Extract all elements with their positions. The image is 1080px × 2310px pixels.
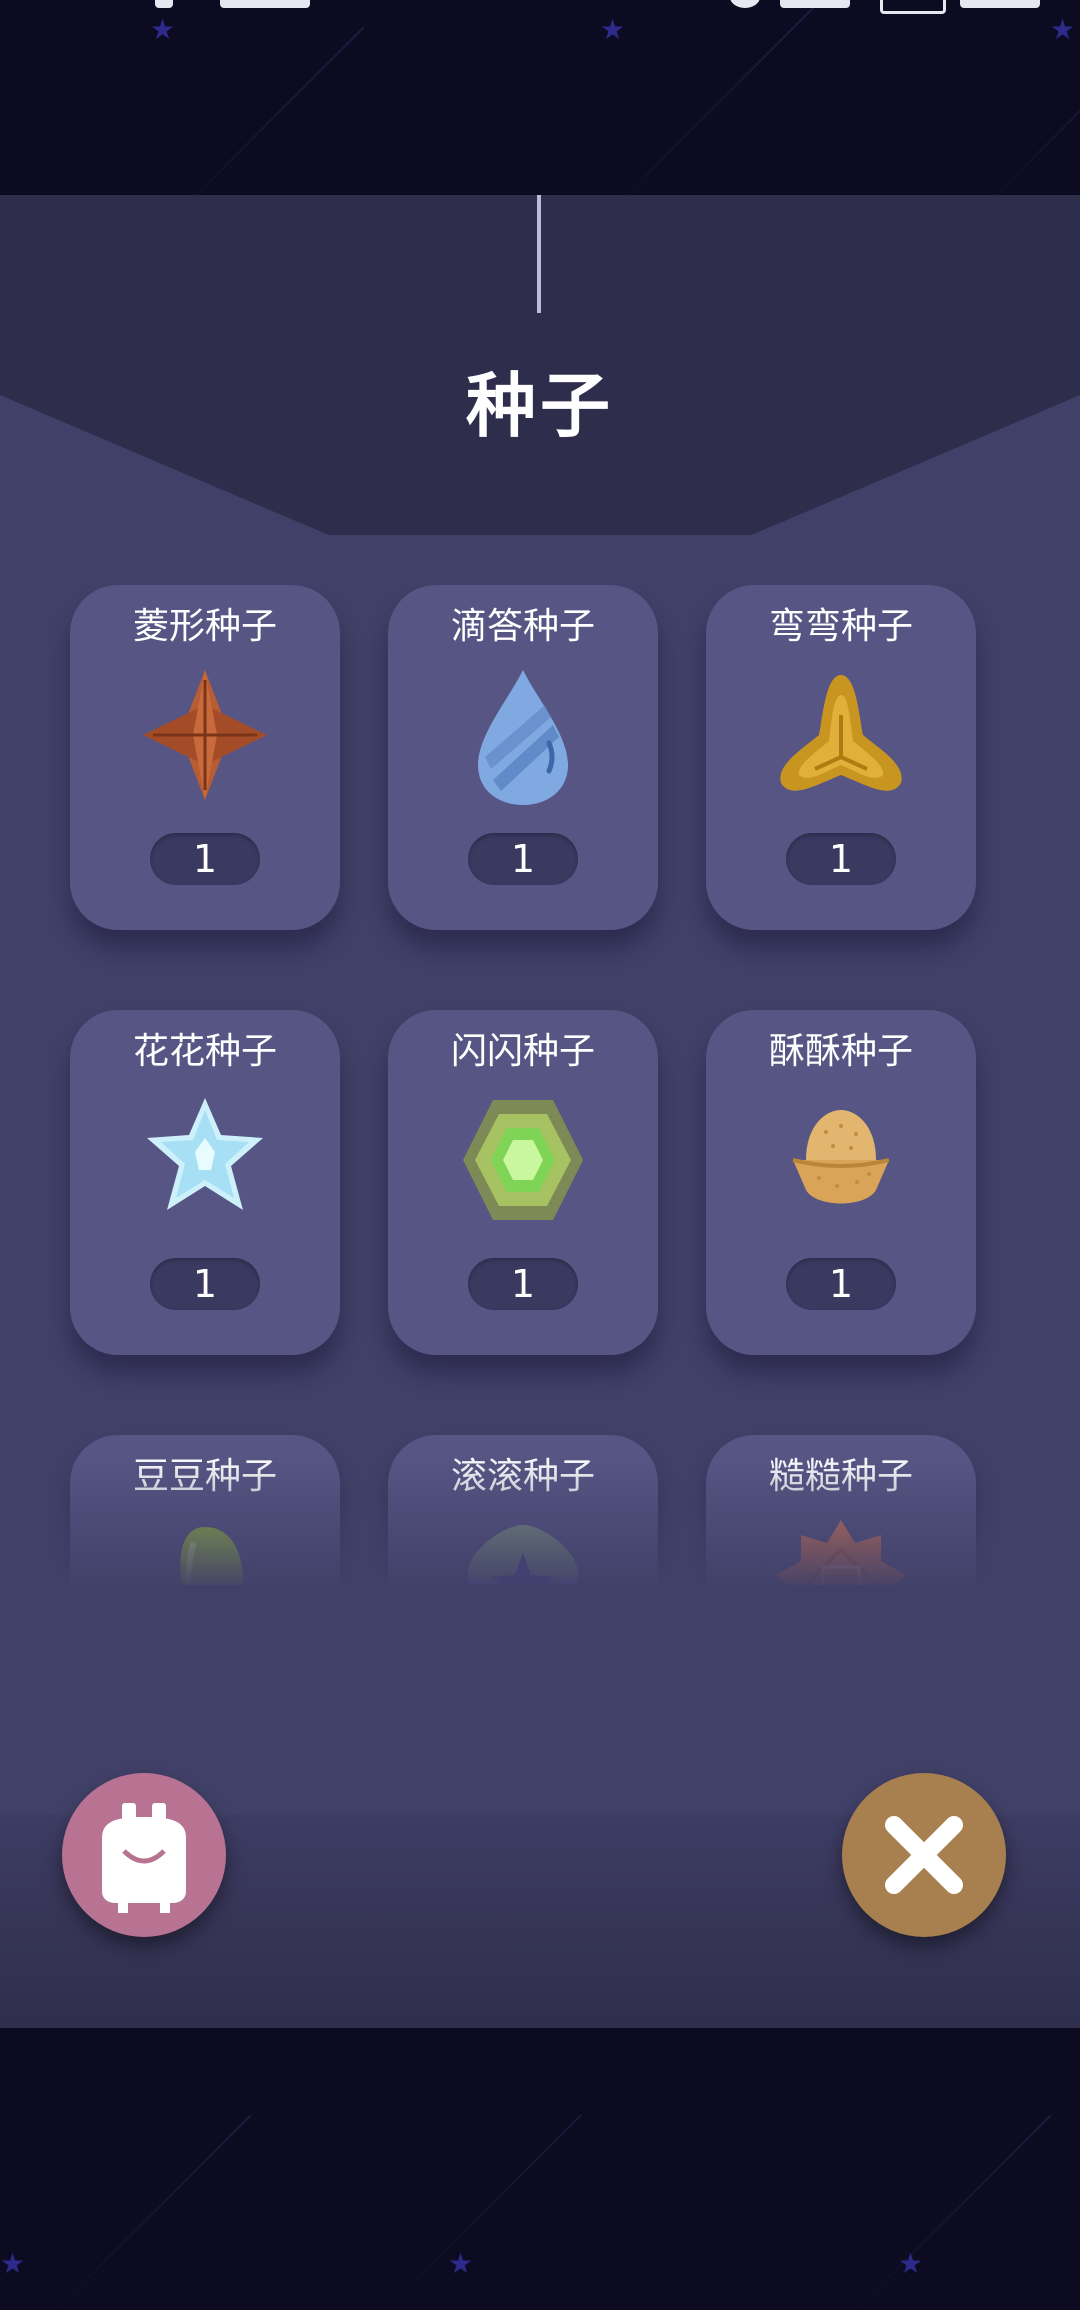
backpack-button[interactable]	[62, 1773, 226, 1937]
diamond-seed-icon	[143, 670, 267, 800]
seed-card[interactable]: 菱形种子 1	[70, 585, 340, 930]
seed-card[interactable]: 滴答种子 1	[388, 585, 658, 930]
bean-seed-icon	[178, 1527, 244, 1585]
seed-card[interactable]: 豆豆种子 1	[70, 1435, 340, 1585]
starry-background-bottom: ★ ★ ★	[0, 2115, 1080, 2310]
star-icon: ★	[150, 13, 176, 46]
seed-card[interactable]: 弯弯种子 1	[706, 585, 976, 930]
star-icon: ★	[600, 13, 626, 46]
seed-card[interactable]: 闪闪种子 1	[388, 1010, 658, 1355]
drawer-handle[interactable]	[537, 195, 541, 313]
seed-name: 花花种子	[132, 1031, 277, 1072]
seed-card[interactable]: 花花种子 1	[70, 1010, 340, 1355]
seed-name: 滴答种子	[450, 606, 595, 647]
seed-grid[interactable]: 菱形种子 1 滴答种子 1 弯弯种子 1 花花种子 1 闪闪种子 1 酥酥种子 …	[0, 585, 1080, 1585]
backpack-icon	[102, 1803, 186, 1913]
flower-seed-icon	[147, 1098, 263, 1210]
close-icon	[885, 1816, 963, 1894]
seed-card[interactable]: 酥酥种子 1	[706, 1010, 976, 1355]
seed-count: 1	[786, 1258, 896, 1310]
seed-card[interactable]: 糙糙种子 1	[706, 1435, 976, 1585]
seed-name: 闪闪种子	[450, 1031, 595, 1072]
seed-name: 豆豆种子	[132, 1456, 277, 1497]
star-icon: ★	[448, 2247, 474, 2280]
seed-panel: 种子 菱形种子 1 滴答种子 1 弯弯种子 1 花花种子 1 闪闪种子 1 酥酥…	[0, 195, 1080, 2028]
hexagon-seed-icon	[463, 1100, 583, 1220]
seed-count: 1	[468, 833, 578, 885]
page-title: 种子	[466, 365, 614, 447]
seed-name: 弯弯种子	[768, 606, 913, 647]
status-bar-remnant	[150, 0, 1080, 14]
star-pentagon-seed-icon	[467, 1525, 579, 1585]
starry-background-top: ★ ★ ★	[0, 0, 1080, 195]
seed-name: 糙糙种子	[768, 1456, 913, 1497]
star-icon: ★	[898, 2247, 924, 2280]
seed-count: 1	[150, 1258, 260, 1310]
star-icon: ★	[1050, 13, 1076, 46]
seed-count: 1	[468, 1258, 578, 1310]
droplet-seed-icon	[478, 670, 568, 805]
close-button[interactable]	[842, 1773, 1006, 1937]
seed-name: 酥酥种子	[768, 1031, 913, 1072]
pastry-seed-icon	[792, 1110, 890, 1204]
seed-name: 滚滚种子	[450, 1456, 595, 1497]
seed-name: 菱形种子	[132, 606, 277, 647]
spiky-seed-icon	[776, 1520, 906, 1585]
tri-curl-seed-icon	[780, 675, 902, 791]
star-icon: ★	[0, 2247, 26, 2280]
seed-card[interactable]: 滚滚种子 1	[388, 1435, 658, 1585]
seed-count: 1	[786, 833, 896, 885]
seed-count: 1	[150, 833, 260, 885]
